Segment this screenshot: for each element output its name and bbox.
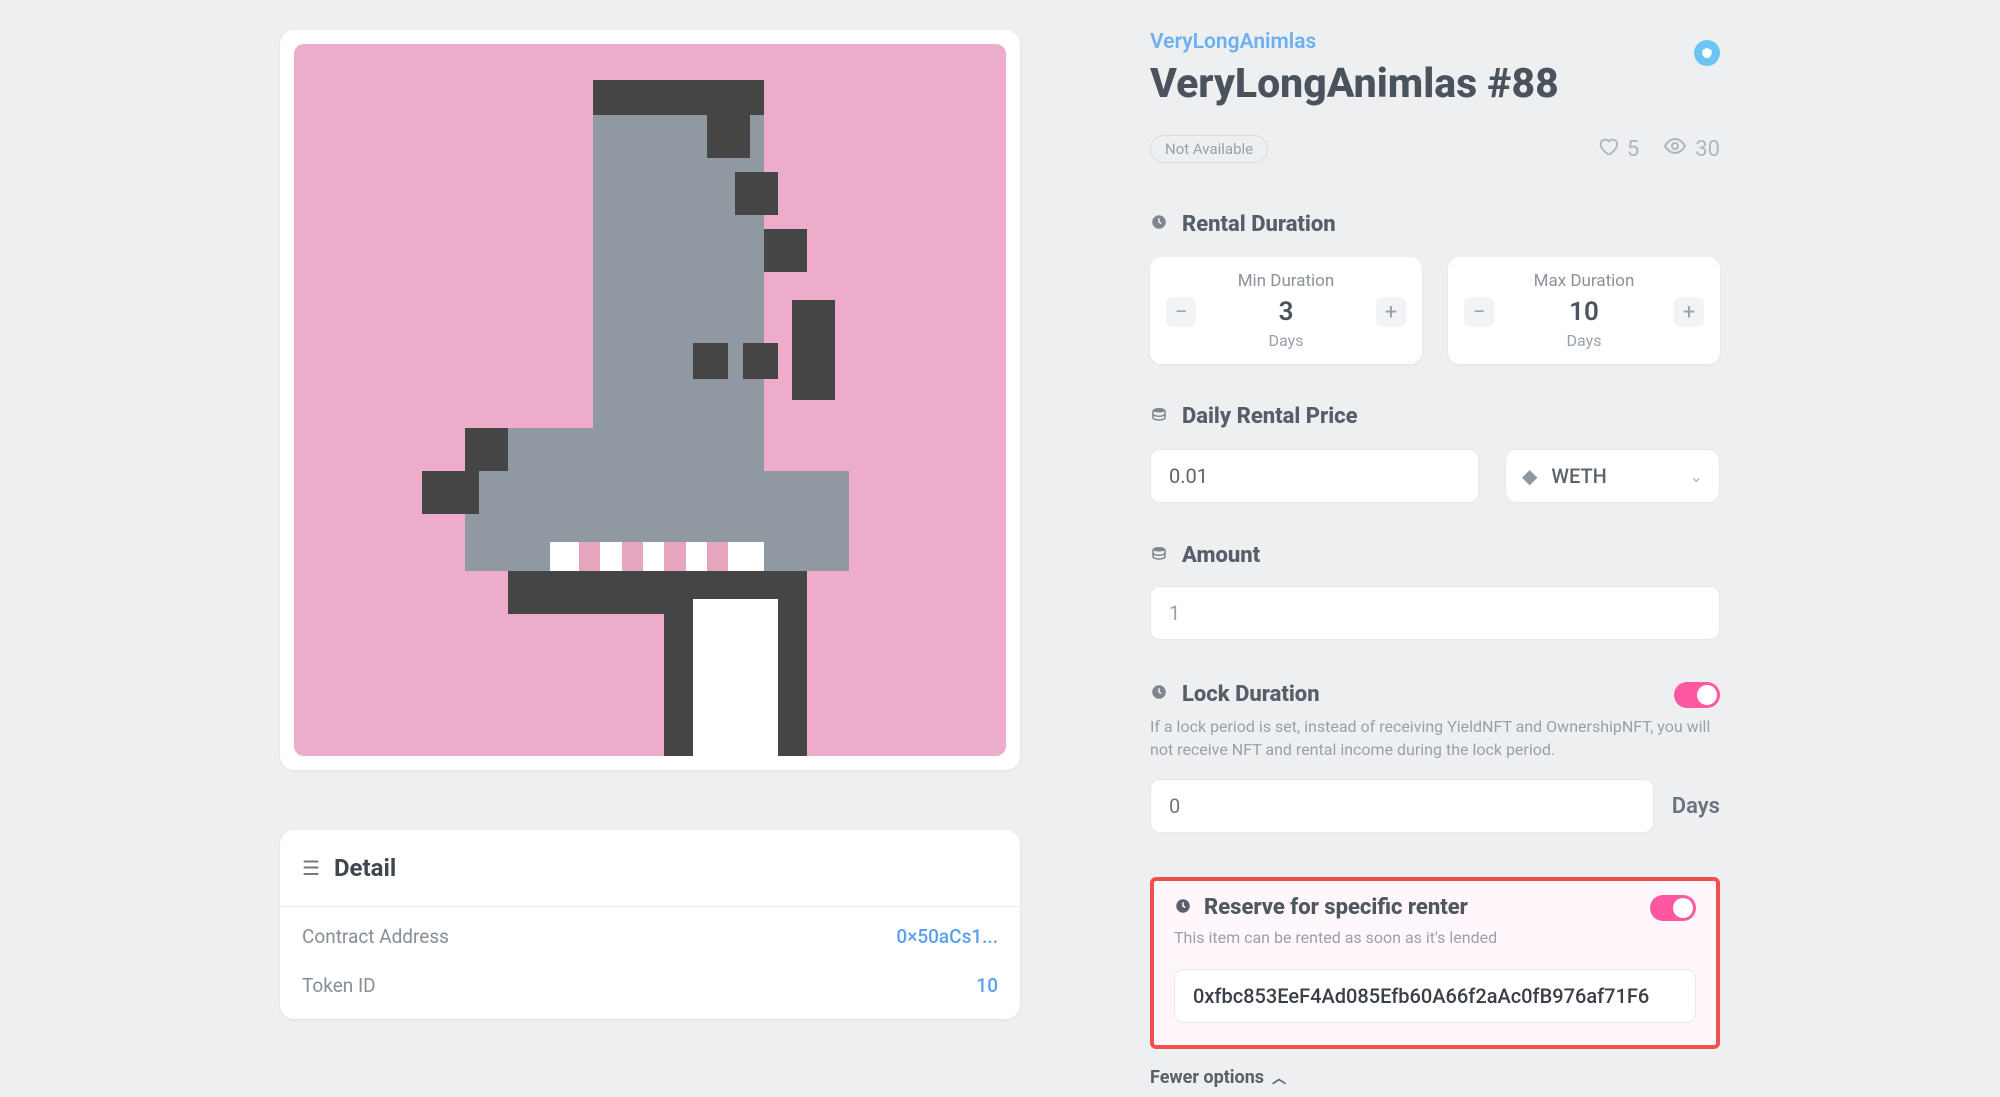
max-duration-value: 10: [1569, 297, 1599, 327]
availability-badge: Not Available: [1150, 135, 1268, 163]
lock-duration-input[interactable]: [1150, 779, 1654, 833]
clock-icon: [1150, 683, 1170, 706]
list-icon: ☰: [302, 856, 320, 880]
section-reserve-renter: Reserve for specific renter This item ca…: [1150, 877, 1720, 1049]
views-stat: 30: [1663, 134, 1720, 164]
views-count: 30: [1695, 137, 1720, 162]
section-amount: Amount: [1150, 543, 1720, 640]
item-title: VeryLongAnimlas #88: [1150, 60, 1720, 108]
contract-address-label: Contract Address: [302, 925, 449, 948]
max-duration-unit: Days: [1567, 331, 1602, 350]
detail-row-contract: Contract Address 0×50aCs1...: [280, 907, 1020, 956]
coins-icon: [1150, 405, 1170, 428]
min-duration-decrement[interactable]: −: [1166, 297, 1196, 327]
min-duration-card: Min Duration − 3 + Days: [1150, 257, 1422, 364]
max-duration-card: Max Duration − 10 + Days: [1448, 257, 1720, 364]
section-lock-duration: Lock Duration If a lock period is set, i…: [1150, 682, 1720, 833]
chevron-up-icon: ︿: [1272, 1068, 1286, 1088]
min-duration-unit: Days: [1269, 331, 1304, 350]
clock-icon: [1174, 897, 1192, 919]
reserve-address-input[interactable]: [1174, 969, 1696, 1023]
section-rental-duration: Rental Duration Min Duration − 3 + Days …: [1150, 212, 1720, 364]
max-duration-decrement[interactable]: −: [1464, 297, 1494, 327]
detail-title: Detail: [334, 854, 396, 882]
tokenid-value[interactable]: 10: [976, 974, 998, 997]
rental-duration-title: Rental Duration: [1182, 212, 1336, 237]
min-duration-value: 3: [1279, 297, 1294, 327]
detail-header[interactable]: ☰ Detail: [280, 830, 1020, 907]
min-duration-increment[interactable]: +: [1376, 297, 1406, 327]
detail-card: ☰ Detail Contract Address 0×50aCs1... To…: [280, 830, 1020, 1019]
fewer-options-label: Fewer options: [1150, 1067, 1264, 1088]
fewer-options-toggle[interactable]: Fewer options ︿: [1150, 1067, 1720, 1088]
reserve-title: Reserve for specific renter: [1204, 895, 1468, 920]
max-duration-label: Max Duration: [1534, 271, 1635, 291]
detail-row-tokenid: Token ID 10: [280, 956, 1020, 1019]
amount-input[interactable]: [1150, 586, 1720, 640]
contract-address-value[interactable]: 0×50aCs1...: [896, 925, 998, 948]
nft-image-card: [280, 30, 1020, 770]
meta-row: Not Available 5 30: [1150, 134, 1720, 164]
lock-duration-title: Lock Duration: [1182, 682, 1320, 707]
currency-label: WETH: [1551, 464, 1675, 488]
reserve-description: This item can be rented as soon as it's …: [1174, 928, 1696, 947]
verified-badge-icon[interactable]: [1694, 40, 1720, 66]
max-duration-increment[interactable]: +: [1674, 297, 1704, 327]
clock-icon: [1150, 213, 1170, 236]
eye-icon: [1663, 134, 1687, 164]
collection-link[interactable]: VeryLongAnimlas: [1150, 30, 1316, 54]
lock-duration-description: If a lock period is set, instead of rece…: [1150, 715, 1720, 761]
heart-icon: [1597, 135, 1619, 163]
ethereum-icon: ◆: [1522, 464, 1537, 488]
min-duration-label: Min Duration: [1238, 271, 1335, 291]
lock-duration-unit: Days: [1672, 794, 1720, 819]
nft-artwork: [294, 44, 1006, 756]
reserve-toggle[interactable]: [1650, 895, 1696, 921]
daily-price-title: Daily Rental Price: [1182, 404, 1358, 429]
likes-count: 5: [1627, 137, 1639, 162]
coins-icon: [1150, 544, 1170, 567]
currency-select[interactable]: ◆ WETH ⌄: [1505, 449, 1720, 503]
section-daily-price: Daily Rental Price ◆ WETH ⌄: [1150, 404, 1720, 503]
chevron-down-icon: ⌄: [1690, 467, 1703, 486]
lock-duration-toggle[interactable]: [1674, 682, 1720, 708]
likes-stat[interactable]: 5: [1597, 135, 1639, 163]
daily-price-input[interactable]: [1150, 449, 1479, 503]
amount-title: Amount: [1182, 543, 1260, 568]
tokenid-label: Token ID: [302, 974, 376, 997]
